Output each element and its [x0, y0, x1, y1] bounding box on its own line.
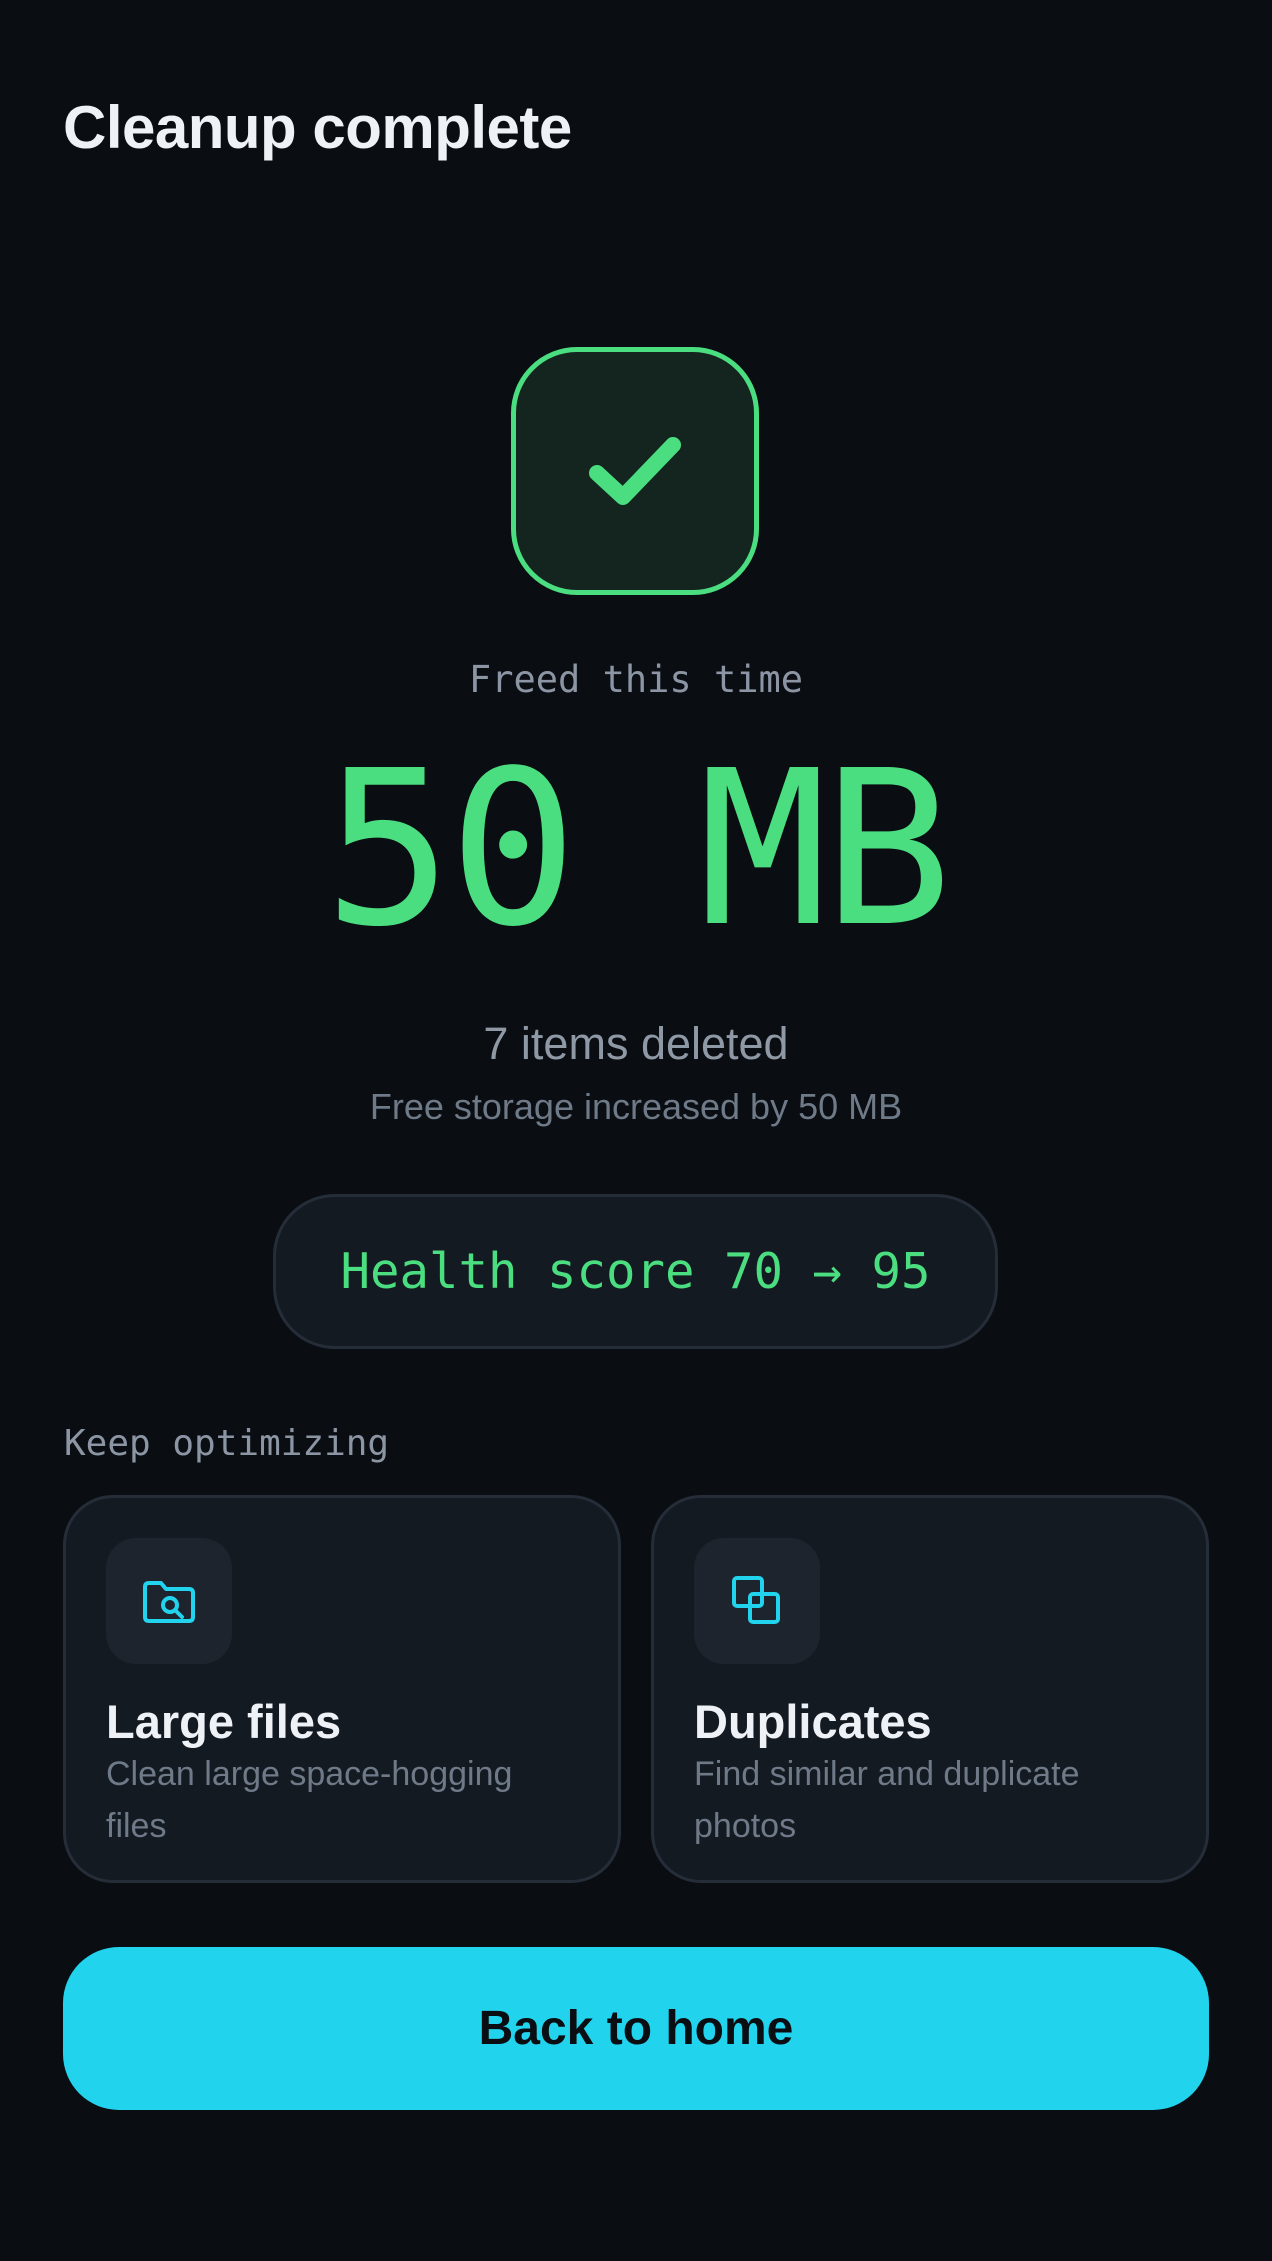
freed-label: Freed this time: [468, 658, 804, 701]
large-files-icon-tile: [106, 1538, 232, 1664]
large-files-card[interactable]: Large files Clean large space-hogging fi…: [63, 1495, 621, 1883]
back-to-home-button[interactable]: Back to home: [63, 1947, 1209, 2110]
duplicate-icon: [732, 1576, 780, 1624]
large-files-title: Large files: [106, 1695, 342, 1748]
keep-optimizing-label: Keep optimizing: [64, 1423, 390, 1464]
freed-amount: 50 MB: [323, 725, 952, 974]
health-score-badge: Health score 70 → 95: [273, 1194, 998, 1349]
duplicates-title: Duplicates: [694, 1695, 932, 1748]
items-deleted-count: 7 items deleted: [483, 1018, 789, 1069]
duplicates-icon-tile: [694, 1538, 820, 1664]
success-badge: [511, 347, 759, 595]
large-files-description: Clean large space-hogging files: [106, 1755, 513, 1845]
duplicates-card[interactable]: Duplicates Find similar and duplicate ph…: [651, 1495, 1209, 1883]
duplicates-description: Find similar and duplicate photos: [694, 1755, 1080, 1845]
storage-increase-note: Free storage increased by 50 MB: [369, 1086, 903, 1127]
page-title: Cleanup complete: [63, 94, 572, 161]
folder-search-icon: [143, 1581, 195, 1623]
check-icon: [589, 437, 681, 505]
